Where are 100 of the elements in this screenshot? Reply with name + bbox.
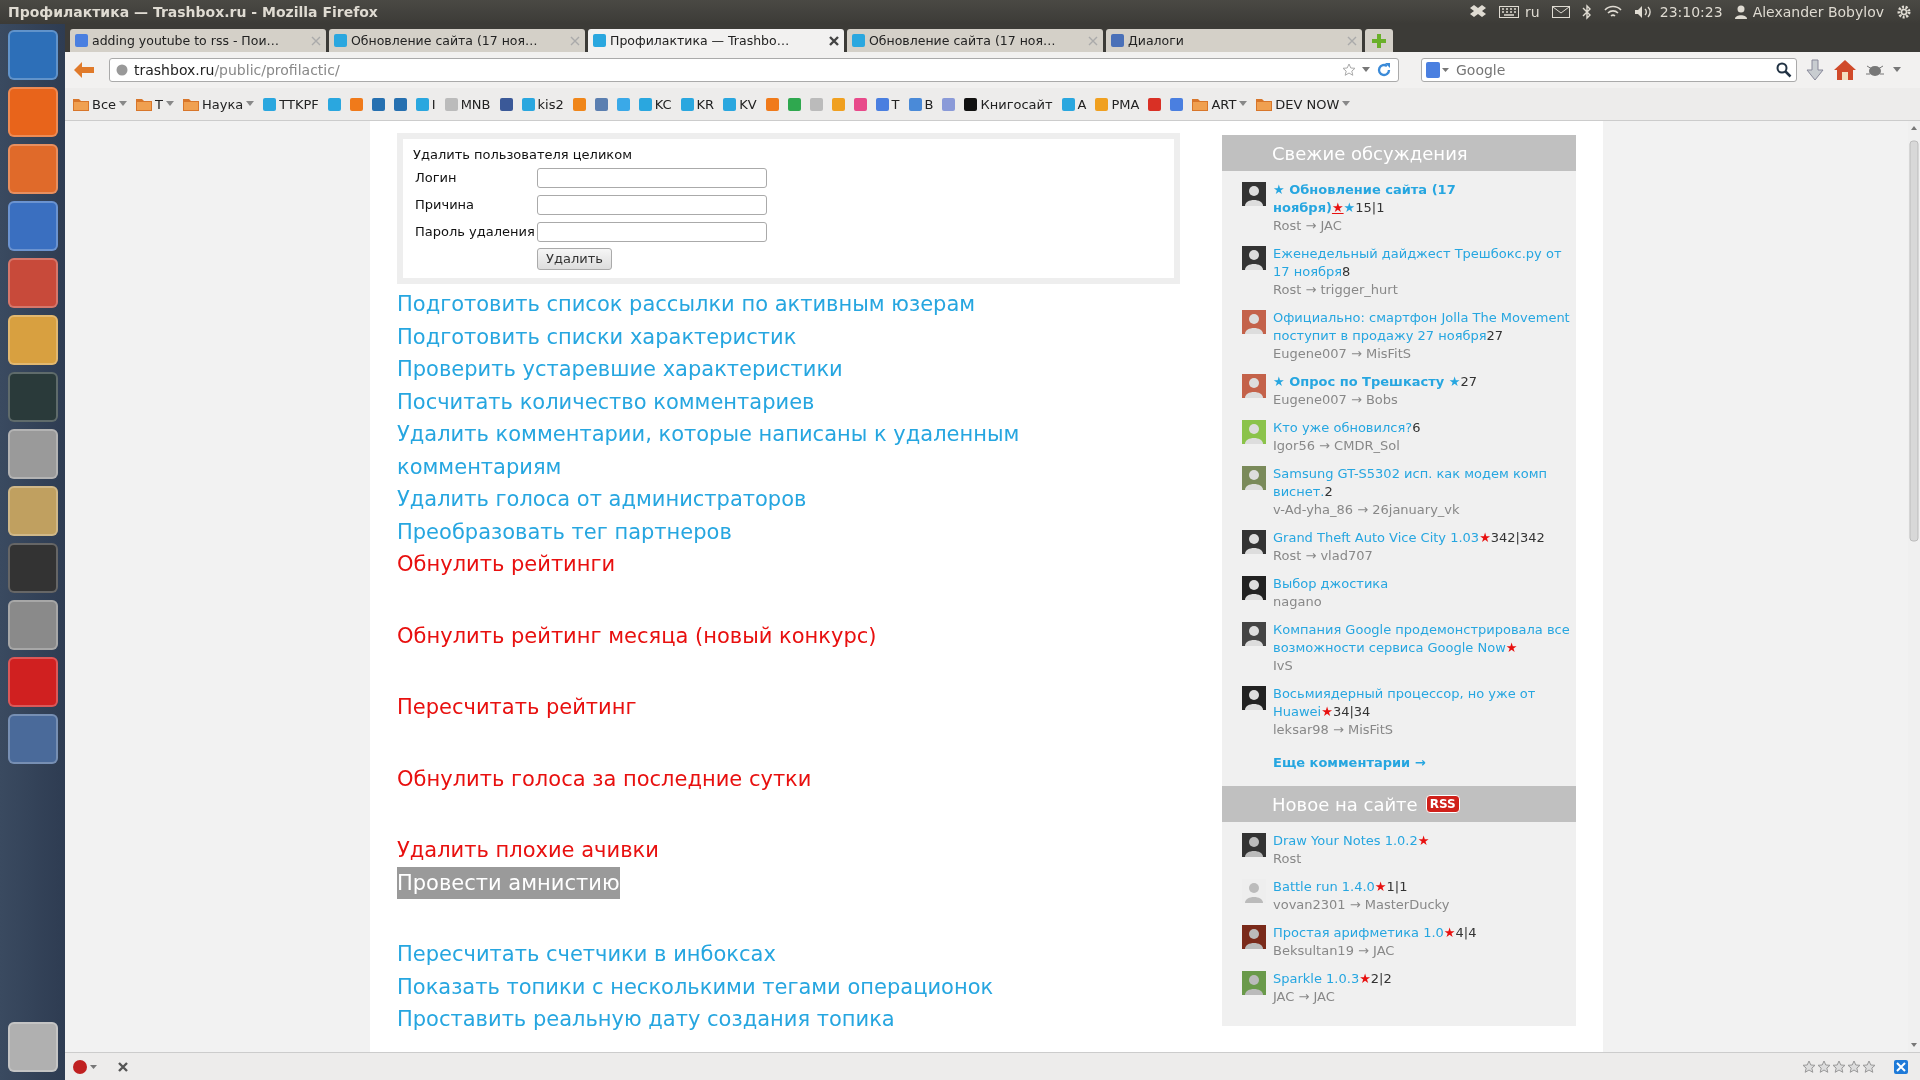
browser-tab[interactable]: Обновление сайта (17 ноя… <box>329 29 585 52</box>
keyboard-layout[interactable]: ru <box>1525 4 1540 20</box>
address-bar[interactable]: trashbox.ru/public/profilactic/ <box>109 58 1399 82</box>
search-icon[interactable] <box>1776 62 1792 78</box>
action-link[interactable]: Обнулить рейтинг месяца (новый конкурс) <box>397 619 877 652</box>
discussion-link[interactable]: Компания Google продемонстрировала все возможности сервиса Google Now★ <box>1273 621 1570 657</box>
release-link[interactable]: Простая арифметика 1.0★4|4 <box>1273 924 1570 942</box>
discussion-link[interactable]: Восьмиядерный процессор, но уже от Huawei★34|34 <box>1273 685 1570 721</box>
bookmark[interactable]: I <box>415 96 436 112</box>
author-line: vovan2301 → MasterDucky <box>1273 896 1451 914</box>
bookmark[interactable]: KR <box>680 96 715 112</box>
app-icon[interactable] <box>7 600 58 650</box>
close-icon[interactable] <box>829 35 839 46</box>
bookmark[interactable]: kis2 <box>521 96 564 112</box>
wifi-icon[interactable] <box>1603 5 1622 19</box>
app-icon[interactable] <box>7 714 58 764</box>
bookmark[interactable]: MNB <box>444 96 491 112</box>
reload-icon[interactable] <box>1376 62 1392 78</box>
action-link[interactable]: Пересчитать рейтинг <box>397 691 637 724</box>
volume-icon[interactable] <box>1633 5 1654 19</box>
rss-badge[interactable]: RSS <box>1425 795 1460 813</box>
release-link[interactable]: Draw Your Notes 1.0.2★ <box>1273 832 1570 850</box>
bookmark[interactable]: B <box>908 96 934 112</box>
bookmark[interactable]: KC <box>638 96 672 112</box>
bookmark[interactable]: A <box>1061 96 1087 112</box>
delete-button[interactable]: Удалить <box>537 247 612 270</box>
app-icon[interactable] <box>7 657 58 707</box>
app-icon[interactable] <box>7 543 58 593</box>
rating-stars[interactable] <box>1802 1059 1876 1074</box>
action-link[interactable]: Удалить плохие ачивки <box>397 834 659 867</box>
bookmark-icon[interactable] <box>1170 97 1184 111</box>
back-icon[interactable] <box>73 61 95 79</box>
app-icon[interactable] <box>7 87 58 137</box>
caret-icon[interactable] <box>1362 67 1370 73</box>
bookmark[interactable]: T <box>875 96 900 112</box>
bookmark[interactable]: KV <box>723 96 757 112</box>
new-tab-button[interactable] <box>1365 29 1393 52</box>
search-input[interactable]: Google <box>1454 61 1772 79</box>
app-icon[interactable] <box>7 315 58 365</box>
release-link[interactable]: Sparkle 1.0.3★2|2 <box>1273 970 1570 988</box>
bookmark-icon[interactable] <box>499 97 513 111</box>
bookmark-icon[interactable] <box>765 97 779 111</box>
bookmark[interactable]: PMA <box>1095 96 1140 112</box>
discussion-link[interactable]: Кто уже обновился?6 <box>1273 419 1570 437</box>
browser-tab[interactable]: Профилактика — Trashbo… <box>588 29 844 52</box>
app-icon[interactable] <box>7 201 58 251</box>
avatar <box>1242 576 1266 600</box>
plus-icon[interactable] <box>1371 32 1387 49</box>
adblock-icon[interactable] <box>73 1059 99 1074</box>
star-icon[interactable] <box>1342 63 1356 77</box>
search-field[interactable]: Google <box>1421 58 1797 82</box>
app-icon[interactable] <box>7 486 58 536</box>
input-field[interactable] <box>537 221 767 242</box>
mail-icon[interactable] <box>1551 6 1570 18</box>
action-link[interactable]: Обнулить голоса за последние сутки <box>397 762 812 795</box>
app-icon[interactable] <box>7 1022 58 1072</box>
search-engine-icon[interactable] <box>1426 62 1450 78</box>
discussion-link[interactable]: Samsung GT-S5302 исп. как модем комп виснет.2 <box>1273 465 1570 501</box>
browser-tab[interactable]: Диалоги <box>1106 29 1362 52</box>
discussion-link[interactable]: Еженедельный дайджест Трешбокс.ру от 17 ноября8 <box>1273 245 1570 281</box>
caret-icon[interactable] <box>1893 67 1901 73</box>
bookmark-icon[interactable] <box>393 97 407 111</box>
bookmark[interactable]: TTKPF <box>263 96 319 112</box>
discussion-link[interactable]: ★ Обновление сайта (17 ноября)★★15|1 <box>1273 181 1570 217</box>
bookmark-icon[interactable] <box>594 97 608 111</box>
bookmark[interactable]: Все <box>73 96 128 112</box>
bookmark-icon[interactable] <box>371 97 385 111</box>
input-field[interactable] <box>537 194 767 215</box>
avatar <box>1242 925 1266 949</box>
close-icon[interactable] <box>117 1060 129 1073</box>
app-icon[interactable] <box>7 429 58 479</box>
clock[interactable]: 23:10:23 <box>1659 4 1723 20</box>
download-icon[interactable] <box>1805 59 1825 81</box>
app-icon[interactable] <box>7 372 58 422</box>
bluetooth-icon[interactable] <box>1581 4 1592 20</box>
browser-tab[interactable]: Обновление сайта (17 ноя… <box>847 29 1103 52</box>
bookmark-icon[interactable] <box>1148 97 1162 111</box>
discussion-link[interactable]: ★ Опрос по Трешкасту ★27 <box>1273 373 1570 391</box>
keyboard-icon[interactable] <box>1499 6 1520 18</box>
user-icon[interactable] <box>1734 5 1747 19</box>
settings-icon[interactable] <box>1896 4 1912 20</box>
app-icon[interactable] <box>7 258 58 308</box>
bookmark-icon[interactable] <box>349 97 363 111</box>
app-icon[interactable] <box>7 30 58 80</box>
bookmark-icon[interactable] <box>853 97 867 111</box>
bookmark[interactable]: ART <box>1192 96 1248 112</box>
home-icon[interactable] <box>1833 59 1857 81</box>
bookmark-icon[interactable] <box>787 97 801 111</box>
release-link[interactable]: Battle run 1.4.0★1|1 <box>1273 878 1570 896</box>
input-field[interactable] <box>537 167 767 188</box>
browser-tab[interactable]: adding youtube to rss - Пои… <box>70 29 326 52</box>
bookmark[interactable]: T <box>136 96 175 112</box>
action-link[interactable]: Обнулить рейтинги <box>397 548 616 581</box>
user-name[interactable]: Alexander Bobylov <box>1752 4 1884 20</box>
bookmark[interactable]: Книгосайт <box>964 96 1053 112</box>
discussion-link[interactable]: Grand Theft Auto Vice City 1.03★342|342 <box>1273 529 1570 547</box>
bookmark[interactable]: DEV NOW <box>1256 96 1351 112</box>
discussion-link[interactable]: Официально: смартфон Jolla The Movement поступит в продажу 27 ноября27 <box>1273 309 1570 345</box>
app-icon[interactable] <box>7 144 58 194</box>
bookmark[interactable]: Наука <box>183 96 255 112</box>
